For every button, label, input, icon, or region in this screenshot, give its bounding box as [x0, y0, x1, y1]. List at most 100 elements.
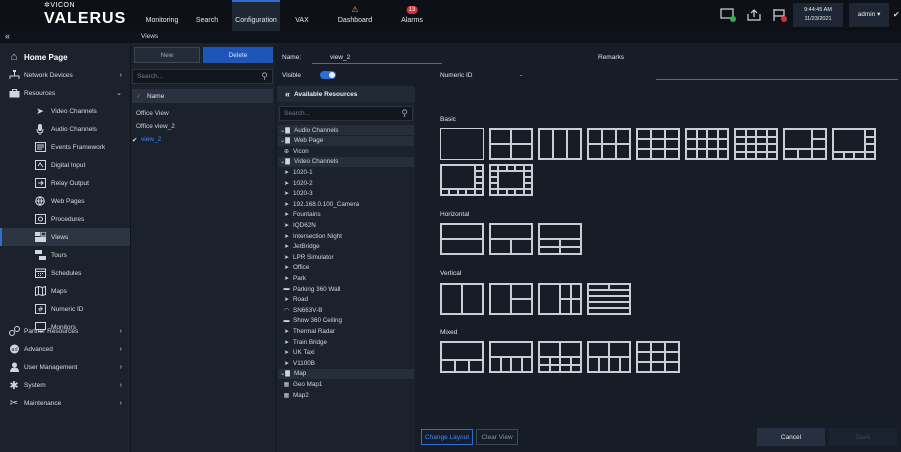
- resource-item[interactable]: ➤ IQD62N: [282, 220, 316, 230]
- resource-item[interactable]: ➤ Road: [282, 295, 308, 305]
- layout-cell: [441, 360, 455, 372]
- views-search-input[interactable]: Search... ⚲: [132, 69, 273, 84]
- nav-monitoring[interactable]: Monitoring: [138, 0, 186, 31]
- sidebar-item-procedures[interactable]: Procedures: [0, 210, 130, 228]
- layout-thumbnail[interactable]: [587, 341, 631, 373]
- export-icon[interactable]: [746, 8, 762, 22]
- nav-alarms[interactable]: 13 Alarms: [392, 0, 432, 31]
- layout-thumbnail[interactable]: [538, 283, 582, 315]
- sidebar-item-maps[interactable]: Maps: [0, 282, 130, 300]
- resource-item[interactable]: ▦ Geo Map1: [282, 379, 323, 389]
- resource-item[interactable]: ▬ Show 360 Ceiling: [282, 316, 343, 326]
- resource-item[interactable]: ➤ 192.168.0.100_Camera: [282, 199, 359, 209]
- clear-view-button[interactable]: Clear View: [476, 429, 518, 445]
- layout-thumbnail[interactable]: [489, 341, 533, 373]
- sidebar-item-maintenance[interactable]: ✂ Maintenance ›: [0, 394, 130, 412]
- layout-thumbnail[interactable]: [440, 341, 484, 373]
- sidebar-item-events-framework[interactable]: Events Framework: [0, 138, 130, 156]
- layout-thumbnail[interactable]: [783, 128, 827, 160]
- layout-thumbnail[interactable]: [440, 283, 484, 315]
- cancel-button[interactable]: Cancel: [757, 428, 825, 446]
- sidebar-item-web-pages[interactable]: Web Pages: [0, 192, 130, 210]
- save-button[interactable]: Save: [829, 428, 897, 446]
- sidebar-item-advanced[interactable]: ad Advanced ›: [0, 340, 130, 358]
- layout-thumbnail[interactable]: [734, 128, 778, 160]
- layout-thumbnail[interactable]: [636, 341, 680, 373]
- resource-group[interactable]: ⌄▇ Video Channels: [278, 156, 414, 167]
- sidebar-item-partner-resources-row[interactable]: Partner Resources ›: [0, 322, 130, 340]
- nav-dashboard[interactable]: ⚠ Dashboard: [330, 0, 380, 31]
- layout-cell: [511, 144, 532, 159]
- list-item[interactable]: Office view_2: [132, 121, 273, 132]
- change-layout-button[interactable]: Change Layout: [421, 429, 473, 445]
- delete-button[interactable]: Delete: [203, 47, 273, 63]
- resource-item[interactable]: ➤ LPR Simulator: [282, 252, 334, 262]
- sidebar-item-digital-input[interactable]: Digital Input: [0, 156, 130, 174]
- collapse-icon[interactable]: «: [285, 89, 290, 99]
- layout-thumbnail[interactable]: [489, 128, 533, 160]
- resource-item[interactable]: ➤ Fountains: [282, 210, 321, 220]
- name-input[interactable]: view_2: [330, 50, 350, 64]
- resource-item[interactable]: ▬ Parking 360 Wall: [282, 284, 341, 294]
- layout-thumbnail[interactable]: [538, 128, 582, 160]
- layout-thumbnail[interactable]: [489, 164, 533, 196]
- resource-item[interactable]: ⊕ Vicon: [282, 146, 309, 156]
- resource-item[interactable]: ➤ Office: [282, 263, 309, 273]
- sidebar-item-numeric-id[interactable]: # Numeric ID: [0, 300, 130, 318]
- sidebar-item-tours[interactable]: Tours: [0, 246, 130, 264]
- nav-vax[interactable]: VAX: [284, 0, 320, 31]
- resource-group[interactable]: ⌄▇ Audio Channels: [278, 125, 414, 135]
- flag-notification-icon[interactable]: [772, 8, 788, 22]
- sidebar-item-resources[interactable]: Resources ⌄: [0, 84, 130, 102]
- resource-item[interactable]: ➤ 1020-2: [282, 178, 313, 188]
- list-item[interactable]: Office View: [132, 108, 273, 119]
- resource-item[interactable]: ➤ 1020-1: [282, 167, 313, 177]
- resources-header[interactable]: « Available Resources: [277, 86, 415, 102]
- collapse-menu-icon[interactable]: «: [5, 31, 10, 42]
- pin-icon[interactable]: ✔: [893, 10, 900, 19]
- sidebar-item-relay-output[interactable]: Relay Output: [0, 174, 130, 192]
- layout-thumbnail[interactable]: [440, 223, 484, 255]
- sidebar-item-schedules[interactable]: Schedules: [0, 264, 130, 282]
- resource-item[interactable]: ➤ Intersection Night: [282, 231, 342, 241]
- layout-thumbnail[interactable]: [538, 341, 582, 373]
- resource-item[interactable]: ➤ UK Taxi: [282, 348, 315, 358]
- layout-thumbnail[interactable]: [636, 128, 680, 160]
- sidebar-item-audio-channels[interactable]: Audio Channels: [0, 120, 130, 138]
- resource-item[interactable]: ◠ SN663V-B: [282, 305, 323, 315]
- sidebar-item-network-devices[interactable]: Network Devices ›: [0, 66, 130, 84]
- nav-search[interactable]: Search: [186, 0, 228, 31]
- nav-configuration[interactable]: Configuration: [232, 0, 280, 31]
- sidebar-item-user-management[interactable]: User Management ›: [0, 358, 130, 376]
- visible-toggle[interactable]: [320, 71, 336, 79]
- layout-thumbnail[interactable]: [832, 128, 876, 160]
- layout-cell: [707, 129, 718, 139]
- sidebar-item-home[interactable]: ⌂ Home Page: [0, 48, 130, 66]
- resource-item[interactable]: ➤ Thermal Radar: [282, 326, 335, 336]
- sidebar-item-views[interactable]: Views: [0, 228, 130, 246]
- layout-thumbnail[interactable]: [538, 223, 582, 255]
- layout-thumbnail[interactable]: [685, 128, 729, 160]
- list-item-selected[interactable]: ✔ view_2: [132, 134, 273, 145]
- layout-thumbnail[interactable]: [489, 283, 533, 315]
- new-button[interactable]: New: [134, 47, 200, 63]
- resource-group[interactable]: ⌄▇ Map: [278, 368, 414, 379]
- resource-item[interactable]: ➤ 1020-3: [282, 189, 313, 199]
- layout-thumbnail[interactable]: [440, 128, 484, 160]
- user-menu[interactable]: admin ▾: [849, 3, 889, 27]
- resources-search-input[interactable]: Search... ⚲: [279, 106, 413, 121]
- resource-item[interactable]: ➤ V1100B: [282, 358, 315, 368]
- layout-thumbnail[interactable]: [587, 128, 631, 160]
- remarks-input[interactable]: [656, 79, 898, 80]
- monitor-status-icon[interactable]: [720, 8, 736, 22]
- layout-thumbnail[interactable]: [440, 164, 484, 196]
- resource-item[interactable]: ➤ Park: [282, 273, 306, 283]
- resource-item[interactable]: ➤ Train Bridge: [282, 337, 327, 347]
- sidebar-item-video-channels[interactable]: ➤ Video Channels: [0, 102, 130, 120]
- sidebar-item-system[interactable]: ✱ System ›: [0, 376, 130, 394]
- resource-item[interactable]: ▦ Map2: [282, 390, 309, 400]
- resource-group[interactable]: ⌄▇ Web Page: [278, 135, 414, 146]
- layout-thumbnail[interactable]: [587, 283, 631, 315]
- resource-item[interactable]: ➤ JetBridge: [282, 242, 320, 252]
- layout-thumbnail[interactable]: [489, 223, 533, 255]
